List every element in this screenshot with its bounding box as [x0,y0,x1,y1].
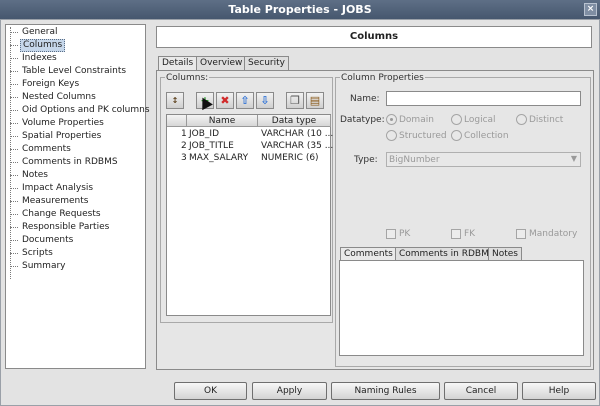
nav-item-label: Nested Columns [22,92,96,102]
move-down-icon[interactable]: ⇩ [256,92,274,109]
column-properties-group: Column Properties Name: Datatype: Domain… [335,73,591,367]
column-properties-label: Column Properties [340,73,425,83]
columns-group: Columns: ↕ + ✖ ⇧ ⇩ ❐ ▤ Name Data type 1 [160,73,334,323]
tree-connector [10,27,11,279]
move-up-icon[interactable]: ⇧ [236,92,254,109]
datatype-column-header[interactable]: Data type [258,115,331,127]
domain-radio[interactable] [386,114,397,125]
structured-radio[interactable] [386,130,397,141]
distinct-radio-label: Distinct [529,115,564,125]
mandatory-label: Mandatory [529,229,578,239]
nav-item-label: Foreign Keys [22,79,80,89]
nav-item-label: Summary [22,261,66,271]
sort-icon[interactable]: ↕ [166,92,184,109]
collection-radio-label: Collection [464,131,509,141]
grid-corner-header [167,115,187,127]
nav-item-label: Table Level Constraints [22,66,127,76]
dialog-body: General Columns Indexes Table Level Cons… [0,19,600,406]
nav-item-label: Comments [22,144,71,154]
close-window-icon[interactable]: × [584,3,597,16]
details-panel: Columns: ↕ + ✖ ⇧ ⇩ ❐ ▤ Name Data type 1 [156,70,594,370]
tab-overview[interactable]: Overview [196,56,247,70]
columns-group-label: Columns: [165,73,210,83]
cancel-button[interactable]: Cancel [444,382,518,400]
nav-item-label: Volume Properties [22,118,104,128]
chevron-down-icon: ▼ [570,154,577,163]
content-area: Columns Details Overview Security Column… [156,24,596,370]
nav-item-label: Scripts [22,248,53,258]
properties-nav-tree: General Columns Indexes Table Level Cons… [5,24,150,369]
window-titlebar: Table Properties - JOBS × [0,0,600,19]
column-type-cell: VARCHAR (10 ... [261,129,334,139]
row-number: 3 [181,153,187,163]
pk-label: PK [399,229,411,239]
naming-rules-button[interactable]: Naming Rules [331,382,440,400]
ok-button[interactable]: OK [174,382,247,400]
comments-textarea[interactable] [339,260,584,356]
comments-subpanel: Comments Comments in RDBMS Notes [338,247,588,362]
column-name-cell: MAX_SALARY [189,153,249,163]
datatype-label: Datatype: [340,115,385,125]
fk-checkbox[interactable] [451,229,461,239]
column-type-cell: NUMERIC (6) [261,153,319,163]
structured-radio-label: Structured [399,131,447,141]
collection-radio[interactable] [451,130,462,141]
row-number: 1 [181,129,187,139]
column-name-cell: JOB_ID [189,129,219,139]
domain-radio-label: Domain [399,115,434,125]
mandatory-checkbox[interactable] [516,229,526,239]
copy-icon[interactable]: ❐ [286,92,304,109]
subtab-notes[interactable]: Notes [488,247,522,260]
type-label: Type: [354,155,378,165]
fk-label: FK [464,229,476,239]
nav-item-label: Change Requests [22,209,101,219]
paste-icon[interactable]: ▤ [306,92,324,109]
section-title: Columns [156,26,592,48]
subtab-comments-in-rdbms[interactable]: Comments in RDBMS [395,247,499,260]
tab-security[interactable]: Security [244,56,289,70]
logical-radio-label: Logical [464,115,496,125]
window-title: Table Properties - JOBS [228,3,372,16]
tab-details[interactable]: Details [158,56,198,71]
nav-item-label: Impact Analysis [22,183,94,193]
nav-item-label: Responsible Parties [22,222,110,232]
distinct-radio[interactable] [516,114,527,125]
apply-button[interactable]: Apply [252,382,327,400]
nav-item-label: General [22,27,58,37]
nav-item-label: Notes [22,170,48,180]
name-field[interactable] [386,91,581,106]
type-select[interactable]: BigNumber ▼ [386,152,581,167]
subtab-comments[interactable]: Comments [340,247,397,260]
nav-item-label: Spatial Properties [22,131,102,141]
pk-checkbox[interactable] [386,229,396,239]
nav-item-label: Comments in RDBMS [22,157,118,167]
column-type-cell: VARCHAR (35 ... [261,141,334,151]
nav-item-label: Measurements [22,196,89,206]
nav-item-label: Columns [20,39,66,52]
delete-icon[interactable]: ✖ [216,92,234,109]
row-number: 2 [181,141,187,151]
name-column-header[interactable]: Name [187,115,258,127]
nav-item-label: Indexes [22,53,57,63]
logical-radio[interactable] [451,114,462,125]
nav-item-label: Documents [22,235,74,245]
table-row[interactable]: 2 JOB_TITLE VARCHAR (35 ... [167,140,334,152]
nav-item-label: Oid Options and PK columns [22,105,150,115]
columns-grid: Name Data type 1 JOB_ID VARCHAR (10 ... … [166,114,334,316]
table-row[interactable]: 3 MAX_SALARY NUMERIC (6) [167,152,331,164]
column-name-cell: JOB_TITLE [189,141,234,151]
table-row[interactable]: 1 JOB_ID VARCHAR (10 ... [167,128,334,140]
name-label: Name: [350,94,380,104]
help-button[interactable]: Help [522,382,596,400]
type-select-value: BigNumber [389,155,440,165]
